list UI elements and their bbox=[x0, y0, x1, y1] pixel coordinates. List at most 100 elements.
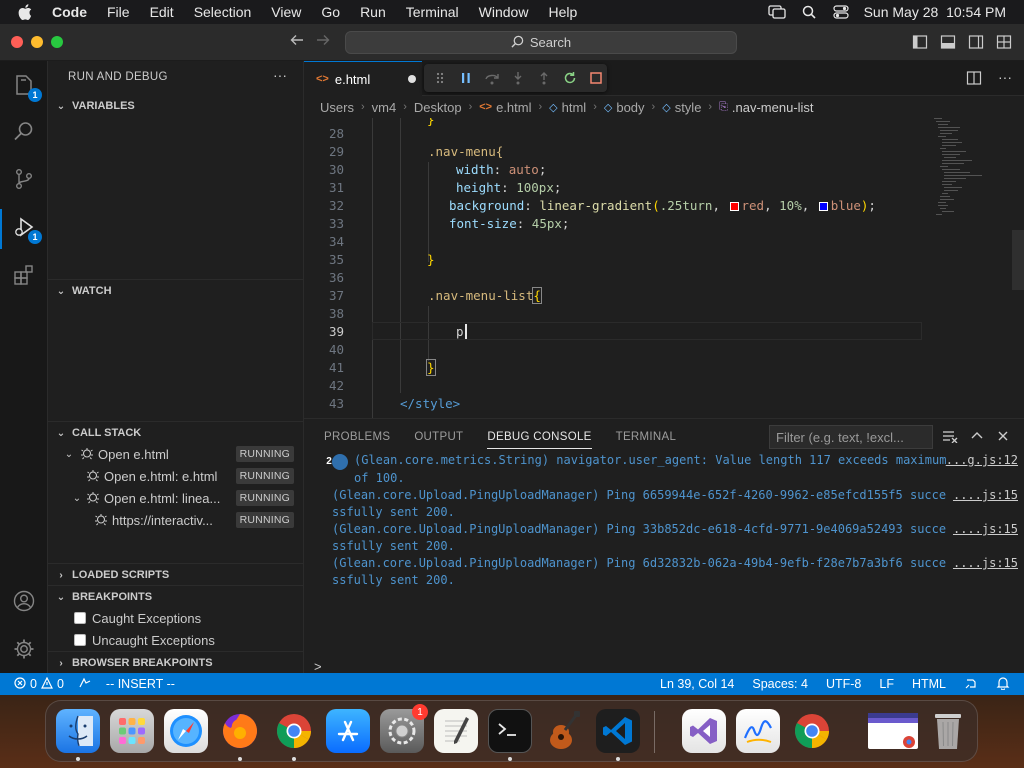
chrome-icon[interactable] bbox=[790, 709, 834, 753]
problems-status[interactable]: 0 0 bbox=[14, 676, 64, 692]
console-message[interactable]: 2 (Glean.core.metrics.String) navigator.u… bbox=[326, 452, 1022, 487]
source-link[interactable]: ....js:15 bbox=[953, 487, 1018, 504]
console-message[interactable]: (Glean.core.Upload.PingUploadManager) Pi… bbox=[332, 521, 1022, 555]
console-prompt[interactable]: > bbox=[314, 659, 322, 674]
uncaught-exceptions-row[interactable]: Uncaught Exceptions bbox=[74, 629, 215, 651]
drag-handle-icon[interactable] bbox=[432, 70, 448, 86]
bell-icon[interactable] bbox=[996, 676, 1010, 693]
variables-section-header[interactable]: ⌄ VARIABLES bbox=[48, 95, 304, 117]
close-window-button[interactable] bbox=[11, 36, 23, 48]
command-center-search[interactable]: Search bbox=[345, 31, 737, 54]
step-over-icon[interactable] bbox=[484, 70, 500, 86]
step-out-icon[interactable] bbox=[536, 70, 552, 86]
visual-studio-icon[interactable] bbox=[682, 709, 726, 753]
breadcrumb-item[interactable]: body bbox=[616, 100, 644, 115]
source-link[interactable]: ....js:15 bbox=[953, 555, 1018, 572]
split-editor-icon[interactable] bbox=[966, 70, 982, 89]
feedback-icon[interactable] bbox=[964, 676, 978, 693]
arrow-left-icon[interactable] bbox=[290, 33, 306, 51]
garageband-icon[interactable] bbox=[542, 709, 586, 753]
call-stack-row[interactable]: Open e.html: e.html RUNNING bbox=[48, 465, 304, 487]
more-actions-icon[interactable]: ··· bbox=[998, 70, 1012, 89]
watch-section-header[interactable]: ⌄ WATCH bbox=[48, 280, 304, 302]
trash-icon[interactable] bbox=[926, 709, 970, 753]
tab-terminal[interactable]: TERMINAL bbox=[616, 431, 677, 443]
close-icon[interactable] bbox=[996, 429, 1010, 446]
breadcrumb-item[interactable]: .nav-menu-list bbox=[732, 100, 814, 115]
editor-scrollbar[interactable] bbox=[1012, 230, 1024, 290]
menu-run[interactable]: Run bbox=[360, 4, 386, 20]
color-swatch-blue[interactable] bbox=[818, 202, 828, 211]
debug-console-output[interactable]: 2 (Glean.core.metrics.String) navigator.u… bbox=[326, 452, 1022, 589]
spotlight-search-icon[interactable] bbox=[800, 5, 818, 19]
indentation-status[interactable]: Spaces: 4 bbox=[752, 677, 808, 691]
encoding-status[interactable]: UTF-8 bbox=[826, 677, 861, 691]
maximize-panel-icon[interactable] bbox=[970, 429, 984, 446]
safari-icon[interactable] bbox=[164, 709, 208, 753]
search-view-icon[interactable] bbox=[10, 117, 38, 145]
console-message[interactable]: (Glean.core.Upload.PingUploadManager) Pi… bbox=[332, 487, 1022, 521]
menu-go[interactable]: Go bbox=[321, 4, 340, 20]
toggle-panel-icon[interactable] bbox=[940, 34, 956, 50]
tab-problems[interactable]: PROBLEMS bbox=[324, 431, 390, 443]
menu-selection[interactable]: Selection bbox=[194, 4, 252, 20]
freeform-icon[interactable] bbox=[736, 709, 780, 753]
step-into-icon[interactable] bbox=[510, 70, 526, 86]
breadcrumb-item[interactable]: vm4 bbox=[372, 100, 397, 115]
breadcrumb-item[interactable]: html bbox=[562, 100, 587, 115]
menu-help[interactable]: Help bbox=[548, 4, 577, 20]
apple-icon[interactable] bbox=[18, 4, 36, 20]
eol-status[interactable]: LF bbox=[879, 677, 894, 691]
breakpoints-section-header[interactable]: ⌄ BREAKPOINTS bbox=[48, 586, 304, 608]
call-stack-row[interactable]: https://interactiv... RUNNING bbox=[48, 509, 304, 531]
vim-mode-status[interactable]: -- INSERT -- bbox=[106, 677, 175, 691]
minimize-window-button[interactable] bbox=[31, 36, 43, 48]
call-stack-row[interactable]: ⌄ Open e.html RUNNING bbox=[48, 443, 304, 465]
toggle-secondary-sidebar-icon[interactable] bbox=[968, 34, 984, 50]
vscode-icon[interactable] bbox=[596, 709, 640, 753]
toggle-primary-sidebar-icon[interactable] bbox=[912, 34, 928, 50]
unsaved-dot-icon[interactable] bbox=[408, 75, 416, 83]
console-message[interactable]: (Glean.core.Upload.PingUploadManager) Pi… bbox=[332, 555, 1022, 589]
zoom-window-button[interactable] bbox=[51, 36, 63, 48]
extensions-icon[interactable] bbox=[10, 261, 38, 289]
browser-breakpoints-section-header[interactable]: › BROWSER BREAKPOINTS bbox=[48, 652, 304, 674]
tab-debug-console[interactable]: DEBUG CONSOLE bbox=[487, 431, 592, 449]
control-center-icon[interactable] bbox=[832, 5, 850, 19]
breadcrumb-item[interactable]: Users bbox=[320, 100, 354, 115]
launchpad-icon[interactable] bbox=[110, 709, 154, 753]
code-editor[interactable]: } 28 29 30 31 32 33 34 35 36 37 38 39 40… bbox=[304, 118, 1024, 418]
minimap[interactable] bbox=[934, 118, 1006, 238]
terminal-icon[interactable] bbox=[488, 709, 532, 753]
language-mode-status[interactable]: HTML bbox=[912, 677, 946, 691]
finder-icon[interactable] bbox=[56, 709, 100, 753]
source-link[interactable]: ...g.js:12 bbox=[946, 452, 1018, 469]
source-control-icon[interactable] bbox=[10, 165, 38, 193]
customize-layout-icon[interactable] bbox=[996, 34, 1012, 50]
gear-icon[interactable] bbox=[10, 635, 38, 663]
restart-icon[interactable] bbox=[562, 70, 578, 86]
explorer-icon[interactable]: 1 bbox=[10, 71, 42, 102]
system-settings-icon[interactable]: 1 bbox=[380, 704, 428, 753]
pause-icon[interactable] bbox=[458, 70, 474, 86]
source-link[interactable]: ....js:15 bbox=[953, 521, 1018, 538]
menu-view[interactable]: View bbox=[271, 4, 301, 20]
menu-edit[interactable]: Edit bbox=[150, 4, 174, 20]
menu-app-code[interactable]: Code bbox=[52, 4, 87, 20]
run-and-debug-icon[interactable]: 1 bbox=[10, 213, 42, 244]
menu-terminal[interactable]: Terminal bbox=[406, 4, 459, 20]
breadcrumb-item[interactable]: style bbox=[675, 100, 702, 115]
breadcrumb-item[interactable]: e.html bbox=[496, 100, 531, 115]
loaded-scripts-section-header[interactable]: › LOADED SCRIPTS bbox=[48, 564, 304, 586]
clear-console-icon[interactable] bbox=[942, 429, 958, 446]
editor-tab[interactable]: <> e.html bbox=[304, 61, 422, 96]
caught-exceptions-checkbox[interactable] bbox=[74, 612, 86, 624]
menu-file[interactable]: File bbox=[107, 4, 130, 20]
more-actions-icon[interactable]: ··· bbox=[273, 67, 287, 83]
stop-icon[interactable] bbox=[588, 70, 604, 86]
arrow-right-icon[interactable] bbox=[316, 33, 332, 51]
app-store-icon[interactable] bbox=[326, 709, 370, 753]
menu-window[interactable]: Window bbox=[479, 4, 529, 20]
tab-output[interactable]: OUTPUT bbox=[414, 431, 463, 443]
menubar-clock[interactable]: Sun May 28 10:54 PM bbox=[864, 4, 1006, 20]
